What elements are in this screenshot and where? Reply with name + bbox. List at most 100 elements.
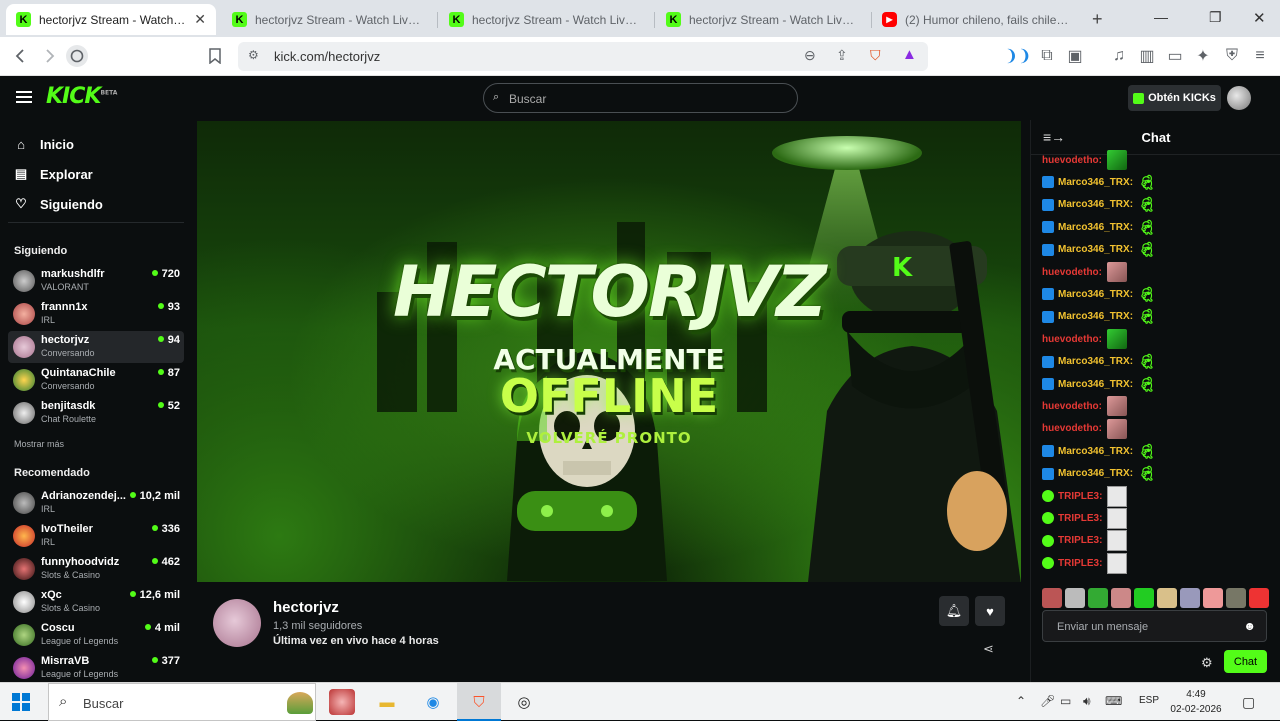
sidebar-icon[interactable]: ▥ (1136, 45, 1158, 67)
menu-icon[interactable]: ≡ (1249, 45, 1271, 67)
sidebar-channel-quintanachile[interactable]: QuintanaChile Conversando 87 (8, 364, 184, 396)
chat-username[interactable]: TRIPLE3: (1058, 491, 1102, 502)
share-icon[interactable]: ⇪ (836, 47, 848, 64)
app-icon[interactable] (329, 689, 355, 715)
show-more-link[interactable]: Mostrar más (14, 439, 64, 449)
close-icon[interactable]: ✕ (194, 11, 206, 28)
sidebar-channel-ivotheiler[interactable]: IvoTheiler IRL 336 (8, 520, 184, 552)
chat-message-input[interactable]: Enviar un mensaje ☻ (1042, 610, 1267, 642)
keyboard-icon[interactable]: ⌨ (1105, 694, 1122, 708)
emote-button[interactable] (1065, 588, 1085, 608)
get-kicks-button[interactable]: Obtén KICKs (1128, 85, 1221, 111)
notification-bell-button[interactable]: 🔔︎ (939, 596, 969, 626)
channel-name[interactable]: hectorjvz (273, 599, 339, 616)
notifications-icon[interactable]: ▢ (1242, 694, 1255, 711)
sidebar-channel-coscu[interactable]: Coscu League of Legends 4 mil (8, 619, 184, 651)
system-clock[interactable]: 4:49 02-02-2026 (1170, 687, 1222, 717)
chat-username[interactable]: huevodetho: (1042, 334, 1102, 345)
emoji-picker-icon[interactable]: ☻ (1243, 619, 1256, 633)
forward-icon[interactable] (38, 45, 60, 67)
nav-inicio[interactable]: ⌂ Inicio (14, 133, 74, 155)
chat-send-button[interactable]: Chat (1224, 650, 1267, 673)
reload-icon[interactable] (66, 45, 88, 67)
sidebar-channel-xqc[interactable]: xQc Slots & Casino 12,6 mil (8, 586, 184, 618)
music-icon[interactable]: ♫ (1108, 45, 1130, 67)
chat-username[interactable]: Marco346_TRX: (1058, 446, 1133, 457)
search-input[interactable]: ⌕ Buscar (483, 83, 798, 113)
channel-avatar[interactable] (213, 599, 261, 647)
vpn-icon[interactable]: ⛨ (1221, 45, 1243, 67)
sidebar-channel-misrravb[interactable]: MisrraVB League of Legends 377 (8, 652, 184, 682)
chat-username[interactable]: huevodetho: (1042, 267, 1102, 278)
chat-username[interactable]: huevodetho: (1042, 155, 1102, 166)
extensions-icon[interactable]: ⧉ (1036, 45, 1058, 67)
chat-username[interactable]: Marco346_TRX: (1058, 222, 1133, 233)
new-tab-button[interactable]: + (1092, 9, 1103, 30)
emote-button[interactable] (1180, 588, 1200, 608)
minimize-icon[interactable]: — (1154, 9, 1168, 25)
emote-button[interactable] (1042, 588, 1062, 608)
site-settings-icon[interactable]: ⚙ (248, 48, 259, 62)
zoom-out-icon[interactable]: ⊖ (804, 47, 816, 64)
browser-tab[interactable]: K hectorjvz Stream - Watch Live on K (656, 4, 866, 35)
sidebar-channel-markushdlfr[interactable]: markushdlfr VALORANT 720 (8, 265, 184, 297)
volume-icon[interactable]: 🔊︎ (1083, 694, 1091, 709)
kick-logo[interactable]: KICKBETA (46, 84, 117, 109)
obs-icon[interactable]: ◎ (511, 689, 537, 715)
back-icon[interactable] (10, 45, 32, 67)
bookmark-icon[interactable] (204, 45, 226, 67)
window-close-icon[interactable]: ✕ (1253, 9, 1266, 27)
emote-button[interactable] (1134, 588, 1154, 608)
browser-tab[interactable]: ▶ (2) Humor chileno, fails chilenos, s (872, 4, 1082, 35)
reader-icon[interactable]: ▣ (1064, 45, 1086, 67)
file-explorer-icon[interactable]: ▬ (374, 689, 400, 715)
chat-username[interactable]: Marco346_TRX: (1058, 311, 1133, 322)
hamburger-menu-icon[interactable] (16, 90, 32, 104)
chat-username[interactable]: Marco346_TRX: (1058, 199, 1133, 210)
emote-button[interactable] (1111, 588, 1131, 608)
sidebar-channel-frannn1x[interactable]: frannn1x IRL 93 (8, 298, 184, 330)
brave-rewards-icon[interactable]: ▲ (902, 46, 917, 63)
chat-username[interactable]: Marco346_TRX: (1058, 356, 1133, 367)
browser-tab[interactable]: K hectorjvz Stream - Watch Live ✕ (6, 4, 216, 35)
chat-username[interactable]: huevodetho: (1042, 401, 1102, 412)
input-language[interactable]: ESP (1139, 695, 1159, 706)
chat-username[interactable]: huevodetho: (1042, 423, 1102, 434)
chat-username[interactable]: TRIPLE3: (1058, 558, 1102, 569)
nav-siguiendo[interactable]: ♡ Siguiendo (14, 193, 103, 215)
sidebar-channel-adrianozendejas[interactable]: Adrianozendej... IRL 10,2 mil (8, 487, 184, 519)
nav-explorar[interactable]: ▤ Explorar (14, 163, 93, 185)
chat-username[interactable]: Marco346_TRX: (1058, 379, 1133, 390)
emote-button[interactable] (1226, 588, 1246, 608)
chat-username[interactable]: Marco346_TRX: (1058, 289, 1133, 300)
show-hidden-icons-icon[interactable]: ⌃ (1016, 694, 1026, 708)
chat-username[interactable]: Marco346_TRX: (1058, 177, 1133, 188)
emote-button[interactable] (1088, 588, 1108, 608)
sidebar-channel-funnyhoodvidz[interactable]: funnyhoodvidz Slots & Casino 462 (8, 553, 184, 585)
windows-start-icon[interactable] (12, 693, 30, 711)
follow-button[interactable]: ♥ (975, 596, 1005, 626)
browser-tab[interactable]: K hectorjvz Stream - Watch Live on K (222, 4, 432, 35)
wallet-icon[interactable]: ▭ (1164, 45, 1186, 67)
microphone-icon[interactable]: 🎤︎ (1040, 694, 1055, 708)
user-avatar[interactable] (1227, 86, 1251, 110)
emote-button[interactable] (1203, 588, 1223, 608)
address-bar[interactable]: ⚙ kick.com/hectorjvz ⊖ ⇪ ⛉ ▲ (238, 42, 928, 71)
chat-settings-icon[interactable]: ⚙ (1201, 655, 1213, 671)
chat-username[interactable]: TRIPLE3: (1058, 535, 1102, 546)
browser-tab[interactable]: K hectorjvz Stream - Watch Live on K (439, 4, 649, 35)
emote-button[interactable] (1249, 588, 1269, 608)
wallet-connect-icon[interactable]: ❩❩ (1005, 45, 1032, 67)
chat-username[interactable]: Marco346_TRX: (1058, 468, 1133, 479)
chat-username[interactable]: Marco346_TRX: (1058, 244, 1133, 255)
network-icon[interactable]: ▭ (1060, 694, 1071, 708)
share-button[interactable]: ⋖ (983, 641, 994, 657)
sidebar-channel-benjitasdk[interactable]: benjitasdk Chat Roulette 52 (8, 397, 184, 429)
sidebar-channel-hectorjvz[interactable]: hectorjvz Conversando 94 (8, 331, 184, 363)
leo-ai-icon[interactable]: ✦ (1192, 45, 1214, 67)
edge-icon[interactable]: ◉ (420, 689, 446, 715)
restore-icon[interactable]: ❐ (1209, 9, 1222, 26)
brave-icon[interactable]: ⛉ (466, 689, 492, 715)
emote-button[interactable] (1157, 588, 1177, 608)
taskbar-search-input[interactable]: ⌕ Buscar (48, 683, 316, 721)
